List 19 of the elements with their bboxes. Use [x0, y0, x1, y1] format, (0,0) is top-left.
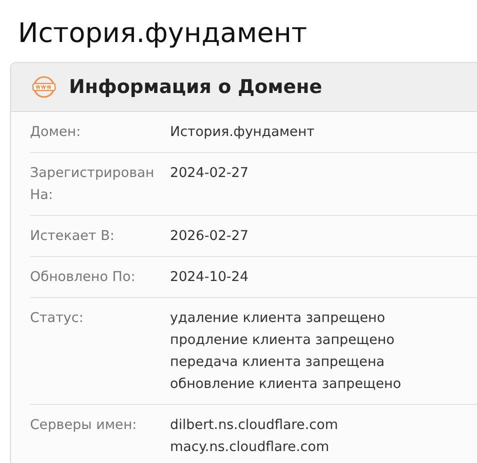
card-title: Информация о Домене [69, 76, 322, 98]
field-value: передача клиента запрещена [170, 353, 386, 372]
field-label: Истекает В: [30, 227, 116, 246]
field-label: Обновлено По: [30, 268, 136, 287]
page-title: История.фундамент [18, 18, 308, 50]
field-value: dilbert.ns.cloudflare.com [170, 416, 339, 435]
field-label: Статус: [30, 309, 84, 328]
field-value: продление клиента запрещено [170, 331, 396, 350]
field-value: 2024-10-24 [170, 268, 250, 287]
field-label: Зарегистрирован На: [30, 164, 156, 205]
field-label: Домен: [30, 123, 82, 142]
globe-icon [31, 76, 57, 98]
field-value: История.фундамент [170, 123, 316, 142]
field-value: обновление клиента запрещено [170, 375, 402, 394]
field-value: удаление клиента запрещено [170, 309, 386, 328]
field-value: 2026-02-27 [170, 227, 250, 246]
field-value: 2024-02-27 [170, 164, 250, 183]
field-value: macy.ns.cloudflare.com [170, 438, 330, 457]
field-label: Серверы имен: [30, 416, 138, 435]
